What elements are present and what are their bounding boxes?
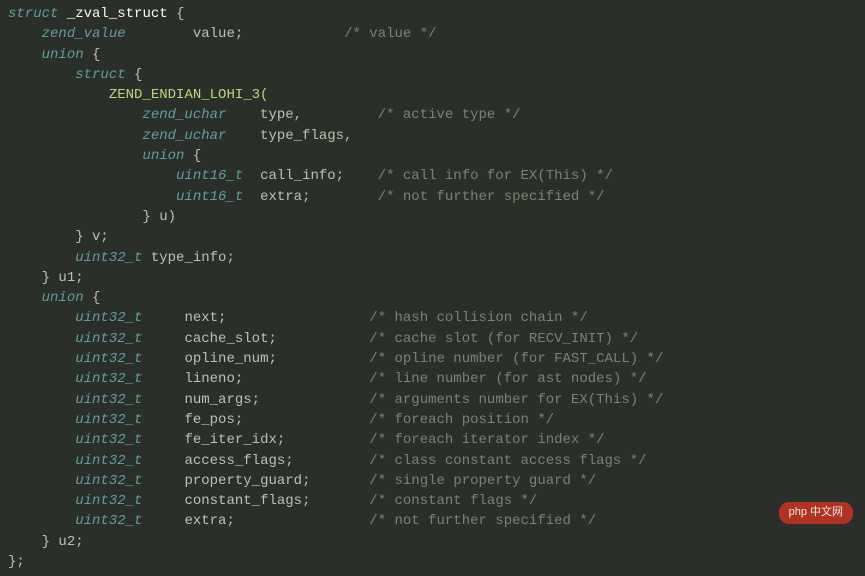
type: uint32_t (75, 412, 142, 428)
field: access_flags; (184, 453, 293, 469)
field: value; (193, 26, 243, 42)
field: call_info; (260, 168, 344, 184)
type: uint32_t (75, 453, 142, 469)
type: uint32_t (75, 310, 142, 326)
comment: /* value */ (344, 26, 436, 42)
type: zend_uchar (142, 128, 226, 144)
comment: /* not further specified */ (369, 513, 596, 529)
brace: { (168, 6, 185, 22)
type: uint32_t (75, 351, 142, 367)
type: uint16_t (176, 168, 243, 184)
field: type_info; (151, 250, 235, 266)
comment: /* single property guard */ (369, 473, 596, 489)
type: uint32_t (75, 392, 142, 408)
type: zend_uchar (142, 107, 226, 123)
field: num_args; (184, 392, 260, 408)
type: uint32_t (75, 493, 142, 509)
type: uint32_t (75, 250, 142, 266)
macro: ZEND_ENDIAN_LOHI_3( (109, 87, 269, 103)
comment: /* call info for EX(This) */ (378, 168, 613, 184)
brace-close: } u) (142, 209, 176, 225)
field: type, (260, 107, 302, 123)
comment: /* class constant access flags */ (369, 453, 646, 469)
type: uint32_t (75, 513, 142, 529)
brace-close: }; (8, 554, 25, 570)
keyword-struct: struct (8, 6, 58, 22)
type: uint32_t (75, 371, 142, 387)
type: uint32_t (75, 432, 142, 448)
brace-close: } u1; (42, 270, 84, 286)
comment: /* not further specified */ (378, 189, 605, 205)
keyword-union: union (42, 290, 84, 306)
keyword-union: union (42, 47, 84, 63)
field: cache_slot; (184, 331, 276, 347)
watermark-badge: php 中文网 (779, 502, 853, 524)
comment: /* foreach position */ (369, 412, 554, 428)
brace-close: } u2; (42, 534, 84, 550)
comment: /* cache slot (for RECV_INIT) */ (369, 331, 638, 347)
keyword-struct: struct (75, 67, 125, 83)
comment: /* line number (for ast nodes) */ (369, 371, 646, 387)
brace: { (84, 290, 101, 306)
type: uint32_t (75, 473, 142, 489)
type: zend_value (42, 26, 126, 42)
field: extra; (260, 189, 310, 205)
type: uint32_t (75, 331, 142, 347)
brace: { (84, 47, 101, 63)
struct-name: _zval_struct (67, 6, 168, 22)
comment: /* hash collision chain */ (369, 310, 587, 326)
comment: /* foreach iterator index */ (369, 432, 604, 448)
field: fe_pos; (184, 412, 243, 428)
field: extra; (184, 513, 234, 529)
brace: { (126, 67, 143, 83)
field: lineno; (184, 371, 243, 387)
type: uint16_t (176, 189, 243, 205)
field: constant_flags; (184, 493, 310, 509)
brace-close: } v; (75, 229, 109, 245)
code-block: struct _zval_struct { zend_value value; … (0, 0, 865, 576)
comment: /* constant flags */ (369, 493, 537, 509)
comment: /* opline number (for FAST_CALL) */ (369, 351, 663, 367)
comment: /* arguments number for EX(This) */ (369, 392, 663, 408)
field: opline_num; (184, 351, 276, 367)
field: fe_iter_idx; (184, 432, 285, 448)
brace: { (184, 148, 201, 164)
field: next; (184, 310, 226, 326)
field: property_guard; (184, 473, 310, 489)
field: type_flags, (260, 128, 352, 144)
keyword-union: union (142, 148, 184, 164)
comment: /* active type */ (378, 107, 521, 123)
